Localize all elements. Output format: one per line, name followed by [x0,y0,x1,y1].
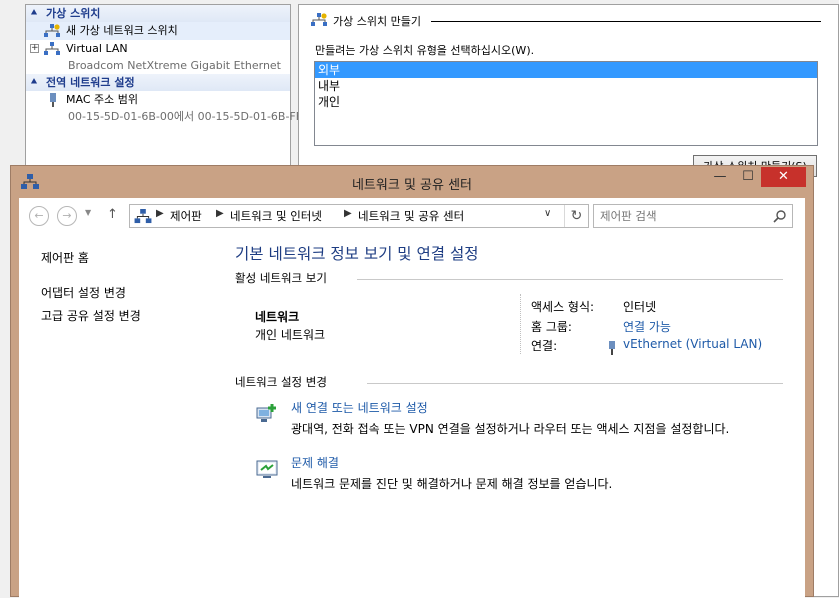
network-app-icon [134,209,152,224]
access-type-value: 인터넷 [623,300,657,314]
network-sharing-center-window: 네트워크 및 공유 센터 — ☐ ✕ ← → ▼ ↑ ▶ 제어판 ▶ 네트워크 … [10,165,814,598]
homegroup-label: 홈 그룹: [531,320,572,334]
ethernet-plug-icon [609,341,615,355]
access-type-label: 액세스 형식: [531,300,595,314]
connections-label: 연결: [531,339,558,353]
maximize-button[interactable]: ☐ [734,167,762,187]
title-bar[interactable]: 네트워크 및 공유 센터 — ☐ ✕ [11,166,813,198]
setup-new-connection-link[interactable]: 새 연결 또는 네트워크 설정 [291,399,428,416]
breadcrumb-separator-icon[interactable]: ▶ [156,208,164,219]
troubleshoot-icon [256,460,278,478]
switch-type-listbox[interactable]: 외부 내부 개인 [314,61,818,146]
content-area: 제어판 홈 어댑터 설정 변경 고급 공유 설정 변경 기본 네트워크 정보 보… [19,234,805,598]
troubleshoot-desc: 네트워크 문제를 진단 및 해결하거나 문제 해결 정보를 얻습니다. [291,477,613,491]
recent-locations-chevron-icon[interactable]: ▼ [85,208,91,217]
collapse-chevron-icon[interactable]: ⯅ [30,74,38,91]
breadcrumb-control-panel[interactable]: 제어판 [170,208,202,224]
tree-item-label: Virtual LAN [66,42,128,55]
tree-item-label: 새 가상 네트워크 스위치 [66,24,178,37]
control-panel-home-link[interactable]: 제어판 홈 [41,249,89,266]
section-global-network-settings[interactable]: ⯅ 전역 네트워크 설정 [26,74,290,91]
collapse-chevron-icon[interactable]: ⯅ [30,5,38,22]
expand-icon[interactable]: + [30,44,39,53]
troubleshoot-link[interactable]: 문제 해결 [291,454,339,471]
back-arrow-icon[interactable]: ← [29,206,49,226]
group-title: 가상 스위치 만들기 [333,13,427,29]
tree-item-subtext: Broadcom NetXtreme Gigabit Ethernet [68,59,281,72]
search-icon[interactable] [773,209,787,223]
up-arrow-icon[interactable]: ↑ [107,207,118,222]
switch-type-option[interactable]: 외부 [315,62,817,78]
setup-new-connection-desc: 광대역, 전화 접속 또는 VPN 연결을 설정하거나 라우터 또는 액세스 지… [291,422,730,436]
group-rule [431,21,821,22]
switch-type-prompt: 만들려는 가상 스위치 유형을 선택하십시오(W). [315,44,535,57]
refresh-icon[interactable]: ↻ [564,205,588,227]
network-type-link[interactable]: 개인 네트워크 [255,326,325,343]
group-title-active-networks: 활성 네트워크 보기 [235,270,333,286]
info-divider [520,294,521,354]
search-input[interactable] [593,204,793,228]
close-button[interactable]: ✕ [761,167,806,187]
switch-type-option[interactable]: 내부 [315,78,817,94]
group-rule [357,279,783,280]
minimize-button[interactable]: — [706,167,734,187]
tree-item-mac-range[interactable]: MAC 주소 범위 [26,91,290,109]
window-title: 네트워크 및 공유 센터 [351,178,473,193]
breadcrumb-network-internet[interactable]: 네트워크 및 인터넷 [230,208,322,224]
navigation-bar: ← → ▼ ↑ ▶ 제어판 ▶ 네트워크 및 인터넷 ▶ 네트워크 및 공유 센… [19,198,805,234]
section-virtual-switches[interactable]: ⯅ 가상 스위치 [26,5,290,22]
switch-type-option[interactable]: 개인 [315,94,817,110]
section-title: 전역 네트워크 설정 [46,76,135,89]
connection-link[interactable]: vEthernet (Virtual LAN) [623,337,762,351]
address-bar[interactable]: ▶ 제어판 ▶ 네트워크 및 인터넷 ▶ 네트워크 및 공유 센터 ∨ ↻ [129,204,589,228]
tree-item-virtual-lan[interactable]: + Virtual LAN [26,40,290,58]
group-title-change-settings: 네트워크 설정 변경 [235,374,333,390]
homegroup-link[interactable]: 연결 가능 [623,318,671,335]
change-advanced-sharing-link[interactable]: 고급 공유 설정 변경 [41,307,141,324]
address-dropdown-chevron-icon[interactable]: ∨ [544,208,551,219]
network-switch-icon [311,13,327,26]
network-switch-icon [44,42,60,55]
page-title: 기본 네트워크 정보 보기 및 연결 설정 [235,245,479,263]
section-title: 가상 스위치 [46,7,101,20]
breadcrumb-separator-icon[interactable]: ▶ [344,208,352,219]
network-plug-icon [50,93,56,107]
forward-arrow-icon[interactable]: → [57,206,77,226]
tree-item-new-switch[interactable]: 새 가상 네트워크 스위치 [26,22,290,40]
change-adapter-settings-link[interactable]: 어댑터 설정 변경 [41,284,126,301]
group-rule [367,383,783,384]
group-create-switch: 가상 스위치 만들기 [311,13,821,29]
network-switch-icon [44,24,60,37]
tree-item-label: MAC 주소 범위 [66,93,138,106]
breadcrumb-separator-icon[interactable]: ▶ [216,208,224,219]
new-connection-icon [256,404,276,422]
network-name: 네트워크 [255,310,300,324]
tree-item-subtext: 00-15-5D-01-6B-00에서 00-15-5D-01-6B-FF [68,110,303,123]
breadcrumb-network-sharing-center[interactable]: 네트워크 및 공유 센터 [358,208,464,224]
